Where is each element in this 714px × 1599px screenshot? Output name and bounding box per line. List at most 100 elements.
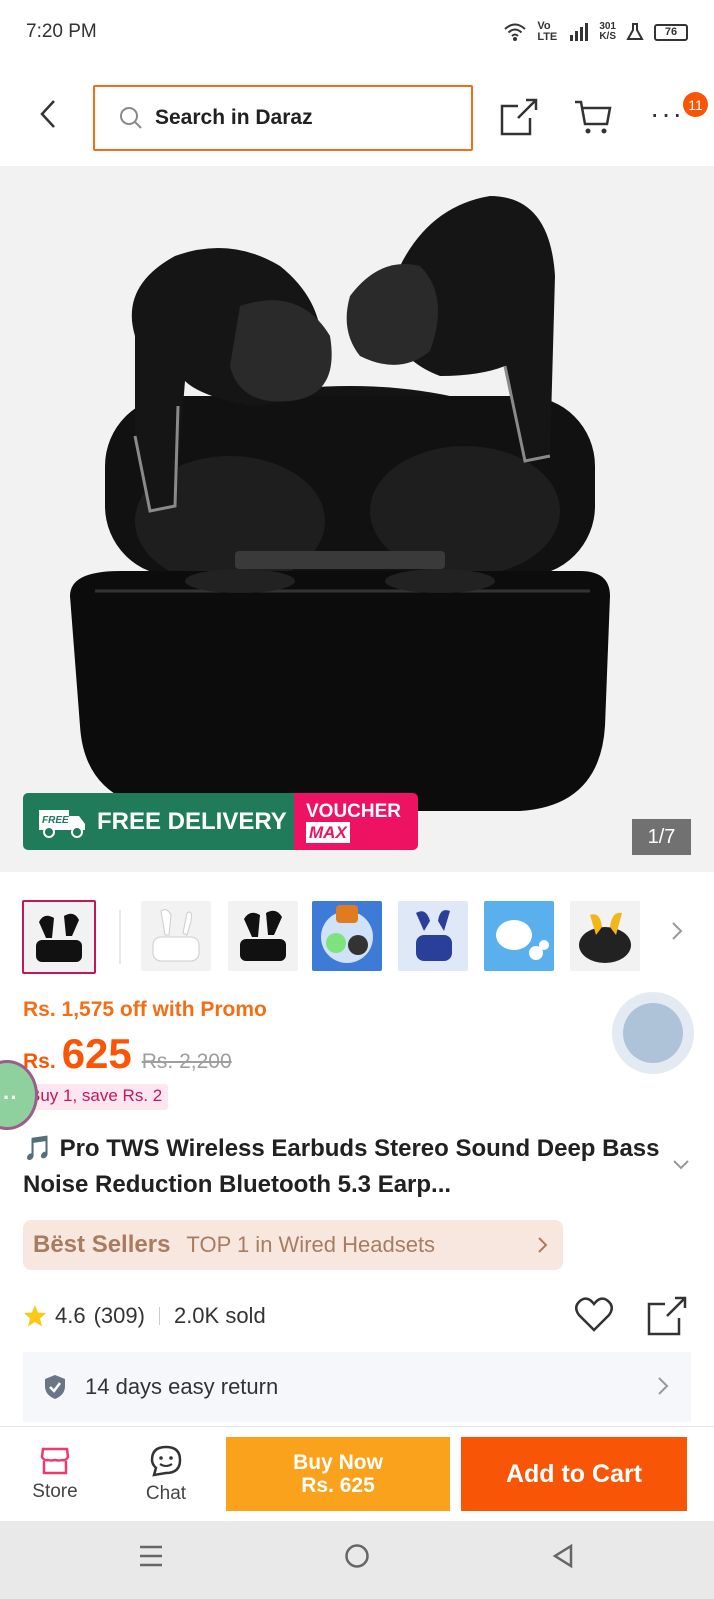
- music-note-icon: 🎵: [23, 1135, 53, 1162]
- net-speed: 301 K/S: [599, 22, 616, 42]
- promo-banner: FREE FREE DELIVERY VOUCHER MAX: [23, 793, 418, 850]
- status-bar: 7:20 PM Vo LTE 301 K/S 76: [0, 0, 714, 64]
- net-speed-unit: K/S: [599, 31, 616, 42]
- dots-icon: ··: [3, 1085, 18, 1110]
- chat-button[interactable]: Chat: [121, 1427, 211, 1522]
- store-label: Store: [32, 1480, 78, 1502]
- current-price: 625: [61, 1030, 132, 1077]
- chat-label: Chat: [145, 1482, 187, 1504]
- star-icon: [24, 1305, 46, 1327]
- bestseller-brand: Bëst Sellers: [33, 1231, 171, 1258]
- bottom-action-bar: Store Chat Buy Now Rs. 625 Add to Cart: [0, 1426, 714, 1521]
- return-policy-row[interactable]: 14 days easy return: [23, 1352, 691, 1422]
- thumbnail-image: [240, 910, 286, 961]
- free-delivery-badge: FREE FREE DELIVERY: [23, 793, 294, 850]
- voucher-max-label: MAX: [306, 821, 350, 843]
- buy-now-label: Buy Now: [293, 1451, 383, 1474]
- thumbnail-5[interactable]: [398, 901, 468, 971]
- search-icon: [120, 107, 142, 129]
- signal-icon: [570, 23, 589, 41]
- status-time: 7:20 PM: [26, 21, 97, 42]
- return-policy-text: 14 days easy return: [85, 1374, 279, 1399]
- title-expand-button[interactable]: [672, 1158, 690, 1176]
- product-image: [70, 196, 610, 811]
- thumbnail-6[interactable]: [484, 901, 554, 971]
- product-image-gallery[interactable]: FREE FREE DELIVERY VOUCHER MAX 1/7: [0, 166, 714, 872]
- cart-button[interactable]: [574, 98, 612, 141]
- thumbnail-next-button[interactable]: [670, 920, 684, 947]
- thumbnail-7[interactable]: [570, 901, 640, 971]
- network-label: Vo LTE: [537, 20, 558, 43]
- voucher-label: VOUCHER: [306, 800, 402, 822]
- free-delivery-label: FREE DELIVERY: [97, 807, 287, 835]
- thumbnail-strip: [0, 898, 714, 976]
- heart-icon: [575, 1297, 613, 1332]
- thumbnail-image: [496, 920, 549, 960]
- recent-apps-button[interactable]: [138, 1543, 164, 1574]
- thumbnail-divider: [119, 910, 121, 964]
- add-to-cart-label: Add to Cart: [505, 1459, 643, 1488]
- chevron-right-icon: [672, 922, 683, 940]
- divider: [158, 1307, 160, 1325]
- thumbnail-image: [416, 910, 452, 961]
- chevron-right-icon: [658, 1377, 669, 1395]
- thumbnail-4[interactable]: [312, 901, 382, 971]
- floating-assistant-button[interactable]: [612, 992, 694, 1074]
- promo-discount-text: Rs. 1,575 off with Promo: [23, 998, 267, 1021]
- sold-count: 2.0K sold: [173, 1303, 266, 1328]
- cart-icon: [575, 100, 612, 134]
- share-icon: [647, 1296, 687, 1336]
- thumbnail-image: [321, 905, 373, 963]
- chevron-left-icon: [40, 100, 55, 128]
- floating-ball-inner: [623, 1003, 683, 1063]
- product-title: 🎵 Pro TWS Wireless Earbuds Stereo Sound …: [23, 1131, 663, 1203]
- system-nav-bar: [0, 1521, 714, 1599]
- wishlist-button[interactable]: [575, 1296, 613, 1338]
- thumbnail-image: [36, 913, 82, 962]
- flask-icon: [626, 23, 644, 40]
- store-icon: [40, 1447, 70, 1474]
- delivery-truck-icon: FREE: [39, 809, 85, 838]
- home-circle-icon: [345, 1544, 369, 1568]
- home-button[interactable]: [344, 1543, 370, 1574]
- buy-now-price: Rs. 625: [301, 1474, 375, 1497]
- product-title-text: Pro TWS Wireless Earbuds Stereo Sound De…: [23, 1135, 660, 1198]
- header: Search in Daraz ··· 11: [0, 64, 714, 166]
- battery-icon: 76: [654, 23, 688, 41]
- original-price: Rs. 2,200: [141, 1050, 232, 1073]
- share-icon: [500, 98, 538, 136]
- free-badge-text: FREE: [42, 815, 69, 826]
- store-button[interactable]: Store: [10, 1427, 100, 1522]
- rating-row: 4.6 (309) 2.0K sold: [23, 1296, 693, 1336]
- notification-badge: 11: [683, 92, 708, 117]
- add-to-cart-button[interactable]: Add to Cart: [461, 1437, 687, 1511]
- share-product-button[interactable]: [647, 1296, 687, 1342]
- shield-check-icon: [45, 1375, 65, 1399]
- chevron-right-icon: [538, 1237, 548, 1253]
- share-button[interactable]: [500, 98, 538, 141]
- search-placeholder: Search in Daraz: [155, 106, 313, 129]
- back-button[interactable]: [30, 92, 66, 136]
- buy-now-button[interactable]: Buy Now Rs. 625: [226, 1437, 450, 1511]
- rating-count[interactable]: (309): [94, 1303, 145, 1329]
- chat-icon: [150, 1445, 182, 1477]
- menu-icon: [140, 1545, 162, 1567]
- thumbnail-image: [579, 912, 631, 963]
- thumbnail-2[interactable]: [141, 901, 211, 971]
- thumbnail-3[interactable]: [228, 901, 298, 971]
- thumbnail-image: [152, 909, 200, 962]
- triangle-back-icon: [552, 1543, 573, 1569]
- thumbnail-1[interactable]: [22, 900, 96, 974]
- search-input[interactable]: Search in Daraz: [93, 85, 473, 151]
- voucher-max-badge: VOUCHER MAX: [294, 793, 418, 850]
- save-badge: Buy 1, save Rs. 2: [23, 1084, 169, 1110]
- status-icons: Vo LTE 301 K/S 76: [503, 21, 688, 43]
- chevron-down-icon: [673, 1160, 689, 1170]
- price-row: Rs. 625 Rs. 2,200: [23, 1030, 232, 1078]
- image-counter: 1/7: [632, 819, 691, 855]
- back-nav-button[interactable]: [550, 1543, 576, 1574]
- more-menu-button[interactable]: ···: [650, 100, 684, 128]
- bestseller-rank: TOP 1 in Wired Headsets: [186, 1232, 436, 1257]
- bestseller-banner[interactable]: Bëst Sellers TOP 1 in Wired Headsets: [23, 1220, 563, 1270]
- rating-score: 4.6: [55, 1303, 86, 1328]
